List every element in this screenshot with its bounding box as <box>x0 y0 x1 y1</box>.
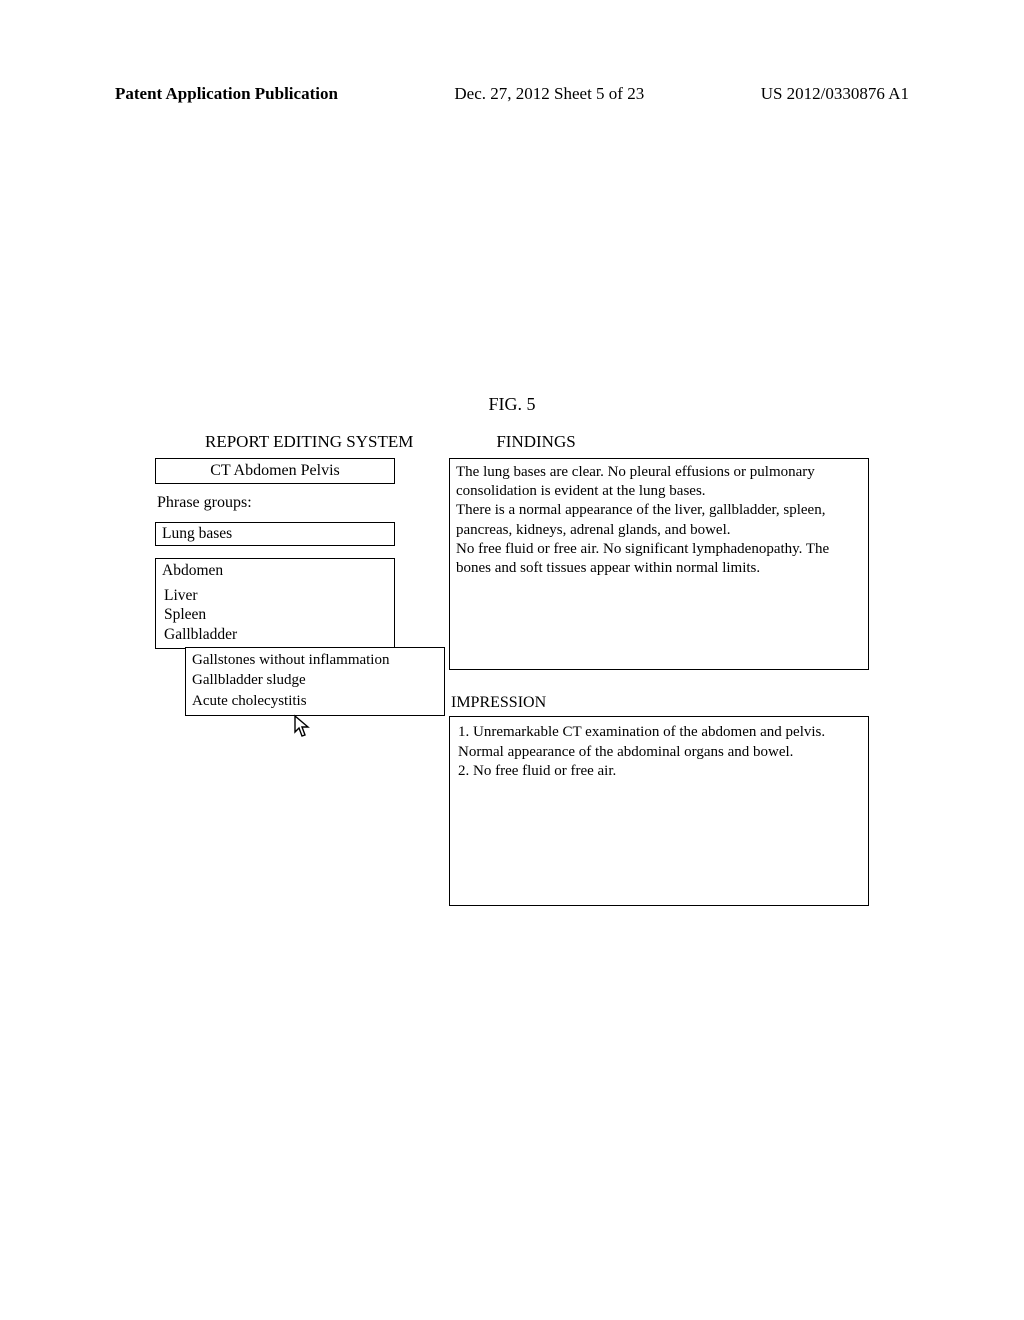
header-pubno: US 2012/0330876 A1 <box>761 84 909 104</box>
option-acute-cholecystitis[interactable]: Acute cholecystitis <box>192 691 438 711</box>
report-editing-panel: CT Abdomen Pelvis Phrase groups: Lung ba… <box>155 458 445 745</box>
findings-line: There is a normal appearance of the live… <box>456 501 862 539</box>
template-name: CT Abdomen Pelvis <box>210 462 340 479</box>
phrase-group-abdomen[interactable]: Abdomen Liver Spleen Gallbladder <box>155 558 395 649</box>
findings-line: The lung bases are clear. No pleural eff… <box>456 463 862 501</box>
gallbladder-options-popover: Gallstones without inflammation Gallblad… <box>185 647 445 716</box>
section-title-report-editing: REPORT EDITING SYSTEM <box>205 432 413 452</box>
phrase-group-lung-bases[interactable]: Lung bases <box>155 522 395 546</box>
impression-item: 2. No free fluid or free air. <box>458 762 860 782</box>
section-title-findings: FINDINGS <box>496 432 575 452</box>
findings-textbox[interactable]: The lung bases are clear. No pleural eff… <box>449 458 869 670</box>
section-title-impression: IMPRESSION <box>451 694 869 712</box>
option-gallstones[interactable]: Gallstones without inflammation <box>192 650 438 670</box>
impression-item: 1. Unremarkable CT examination of the ab… <box>458 723 860 762</box>
option-sludge[interactable]: Gallbladder sludge <box>192 670 438 690</box>
phrase-groups-label: Phrase groups: <box>157 494 445 512</box>
phrase-subitem-spleen[interactable]: Spleen <box>164 605 388 624</box>
figure-label: FIG. 5 <box>0 394 1024 415</box>
mouse-cursor-icon <box>293 714 313 738</box>
phrase-group-label: Abdomen <box>162 562 388 580</box>
header-date-sheet: Dec. 27, 2012 Sheet 5 of 23 <box>454 84 644 104</box>
phrase-group-label: Lung bases <box>162 525 232 542</box>
template-selector[interactable]: CT Abdomen Pelvis <box>155 458 395 484</box>
findings-line: No free fluid or free air. No significan… <box>456 540 862 578</box>
header-publication: Patent Application Publication <box>115 84 338 104</box>
phrase-subitem-liver[interactable]: Liver <box>164 586 388 605</box>
impression-textbox[interactable]: 1. Unremarkable CT examination of the ab… <box>449 716 869 906</box>
phrase-subitem-gallbladder[interactable]: Gallbladder <box>164 625 388 644</box>
